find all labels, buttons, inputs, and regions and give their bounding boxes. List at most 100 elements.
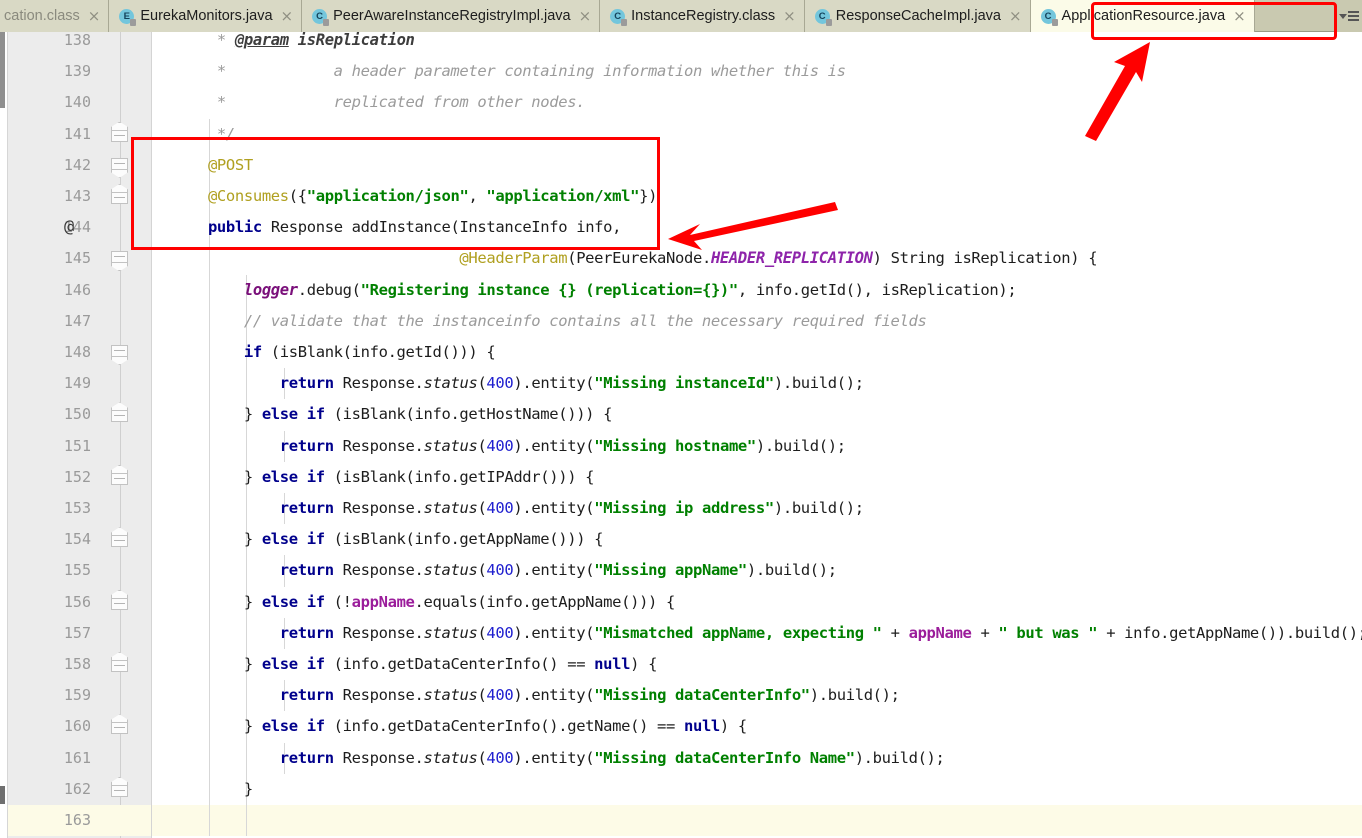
fold-region-start-icon[interactable] xyxy=(111,776,130,799)
code-line[interactable]: @HeaderParam(PeerEurekaNode.HEADER_REPLI… xyxy=(152,243,1362,275)
code-folding-gutter[interactable] xyxy=(103,32,152,838)
line-number-row[interactable]: 151 xyxy=(8,431,103,462)
code-line[interactable]: return Response.status(400).entity("Mism… xyxy=(152,617,1362,649)
code-line[interactable]: // validate that the instanceinfo contai… xyxy=(152,305,1362,337)
fold-gutter-row[interactable] xyxy=(103,587,151,618)
code-line[interactable]: * replicated from other nodes. xyxy=(152,87,1362,118)
code-line[interactable]: * @param isReplication xyxy=(152,32,1362,56)
close-icon[interactable]: × xyxy=(281,8,294,24)
fold-gutter-row[interactable] xyxy=(103,680,151,711)
line-number-row[interactable]: 144 @ xyxy=(8,212,103,243)
fold-region-end-icon[interactable] xyxy=(111,156,130,178)
fold-gutter-row[interactable] xyxy=(103,524,151,555)
fold-gutter-row[interactable] xyxy=(103,87,151,118)
fold-gutter-row[interactable] xyxy=(103,711,151,742)
fold-gutter-row[interactable] xyxy=(103,275,151,306)
code-line[interactable] xyxy=(152,805,1362,837)
code-line[interactable]: } else if (!appName.equals(info.getAppNa… xyxy=(152,586,1362,618)
code-line[interactable]: } else if (isBlank(info.getIPAddr())) { xyxy=(152,461,1362,493)
fold-region-start-icon[interactable] xyxy=(111,589,130,612)
line-number-row[interactable]: 140 xyxy=(8,87,103,118)
line-number-row[interactable]: 156 xyxy=(8,587,103,618)
code-text-area[interactable]: * @param isReplication * a header parame… xyxy=(152,32,1362,838)
fold-gutter-row[interactable] xyxy=(103,243,151,274)
fold-region-end-icon[interactable] xyxy=(111,343,130,365)
code-line[interactable]: return Response.status(400).entity("Miss… xyxy=(152,493,1362,525)
line-number-row[interactable]: 157 xyxy=(8,618,103,649)
tab-instanceregistry-class[interactable]: C InstanceRegistry.class × xyxy=(600,0,805,32)
code-editor[interactable]: 138 139 140 141 142 143 144 @ 145 146 147 148 149 150… xyxy=(0,32,1362,838)
code-line[interactable]: } else if (info.getDataCenterInfo() == n… xyxy=(152,649,1362,681)
fold-gutter-row[interactable] xyxy=(103,337,151,368)
code-line[interactable]: logger.debug("Registering instance {} (r… xyxy=(152,274,1362,306)
code-line[interactable]: */ xyxy=(152,118,1362,150)
tab-applicationresource-java[interactable]: C ApplicationResource.java × xyxy=(1030,0,1255,32)
close-icon[interactable]: × xyxy=(1009,8,1022,24)
fold-gutter-row[interactable] xyxy=(103,32,151,56)
line-number-row[interactable]: 153 xyxy=(8,493,103,524)
close-icon[interactable]: × xyxy=(579,8,592,24)
tab-responsecacheimpl-java[interactable]: C ResponseCacheImpl.java × xyxy=(804,0,1031,32)
line-number-row[interactable]: 159 xyxy=(8,680,103,711)
fold-gutter-row[interactable] xyxy=(103,805,151,837)
fold-region-end-icon[interactable] xyxy=(111,249,130,272)
code-line[interactable]: } xyxy=(152,773,1362,805)
line-number-row[interactable]: 149 xyxy=(8,368,103,399)
line-number-row[interactable]: 141 xyxy=(8,119,103,150)
fold-region-start-icon[interactable] xyxy=(111,184,130,206)
line-number-row[interactable]: 161 xyxy=(8,743,103,774)
line-number-row[interactable]: 160 xyxy=(8,711,103,742)
fold-gutter-row[interactable] xyxy=(103,649,151,680)
annotation-gutter-icon[interactable]: @ xyxy=(64,212,74,243)
code-line[interactable]: return Response.status(400).entity("Miss… xyxy=(152,680,1362,712)
line-number-row[interactable]: 145 xyxy=(8,243,103,274)
fold-region-start-icon[interactable] xyxy=(111,527,130,549)
fold-gutter-row[interactable] xyxy=(103,181,151,212)
code-line[interactable]: } else if (info.getDataCenterInfo().getN… xyxy=(152,711,1362,743)
fold-gutter-row[interactable] xyxy=(103,493,151,524)
line-number-row[interactable]: 154 xyxy=(8,524,103,555)
line-number-row[interactable]: 158 xyxy=(8,649,103,680)
fold-gutter-row[interactable] xyxy=(103,56,151,87)
code-line[interactable]: public Response addInstance(InstanceInfo… xyxy=(152,212,1362,244)
fold-gutter-row[interactable] xyxy=(103,555,151,586)
line-number-row[interactable]: 138 xyxy=(8,32,103,56)
line-number-row[interactable]: 142 xyxy=(8,150,103,181)
code-line[interactable]: return Response.status(400).entity("Miss… xyxy=(152,555,1362,587)
code-line[interactable]: return Response.status(400).entity("Miss… xyxy=(152,430,1362,462)
fold-region-start-icon[interactable] xyxy=(111,652,130,674)
line-number-gutter[interactable]: 138 139 140 141 142 143 144 @ 145 146 147 148 149 150… xyxy=(8,32,103,838)
code-line[interactable]: @POST xyxy=(152,149,1362,181)
fold-gutter-row[interactable] xyxy=(103,212,151,243)
tab-peerawareinstanceregistryimpl-java[interactable]: C PeerAwareInstanceRegistryImpl.java × xyxy=(302,0,601,32)
line-number-row[interactable]: 147 xyxy=(8,306,103,337)
line-number-row[interactable]: 162 xyxy=(8,774,103,805)
fold-gutter-row[interactable] xyxy=(103,119,151,150)
line-number-row[interactable]: 155 xyxy=(8,555,103,586)
code-line[interactable]: return Response.status(400).entity("Miss… xyxy=(152,368,1362,400)
line-number-row[interactable]: 146 xyxy=(8,275,103,306)
line-number-row[interactable]: 152 xyxy=(8,462,103,493)
code-line[interactable]: * a header parameter containing informat… xyxy=(152,56,1362,87)
code-line[interactable]: } else if (isBlank(info.getAppName())) { xyxy=(152,524,1362,556)
fold-gutter-row[interactable] xyxy=(103,306,151,337)
line-number-row[interactable]: 143 xyxy=(8,181,103,212)
fold-gutter-row[interactable] xyxy=(103,368,151,399)
tab-eurekamonitors-java[interactable]: E EurekaMonitors.java × xyxy=(109,0,303,32)
show-tab-list-button[interactable] xyxy=(1336,0,1362,32)
line-number-row[interactable]: 148 xyxy=(8,337,103,368)
line-number-row[interactable]: 139 xyxy=(8,56,103,87)
fold-gutter-row[interactable] xyxy=(103,462,151,493)
fold-gutter-row[interactable] xyxy=(103,743,151,774)
fold-gutter-row[interactable] xyxy=(103,618,151,649)
fold-region-start-icon[interactable] xyxy=(111,402,130,424)
close-icon[interactable]: × xyxy=(88,8,101,24)
fold-region-start-icon[interactable] xyxy=(111,121,130,144)
code-line[interactable]: } else if (isBlank(info.getHostName())) … xyxy=(152,399,1362,431)
line-number-row[interactable]: 163 xyxy=(8,805,103,837)
line-number-row[interactable]: 150 xyxy=(8,399,103,430)
close-icon[interactable]: × xyxy=(783,8,796,24)
tab-cation-class[interactable]: cation.class × xyxy=(0,0,110,32)
code-line[interactable]: return Response.status(400).entity("Miss… xyxy=(152,742,1362,774)
code-line[interactable]: @Consumes({"application/json", "applicat… xyxy=(152,181,1362,213)
